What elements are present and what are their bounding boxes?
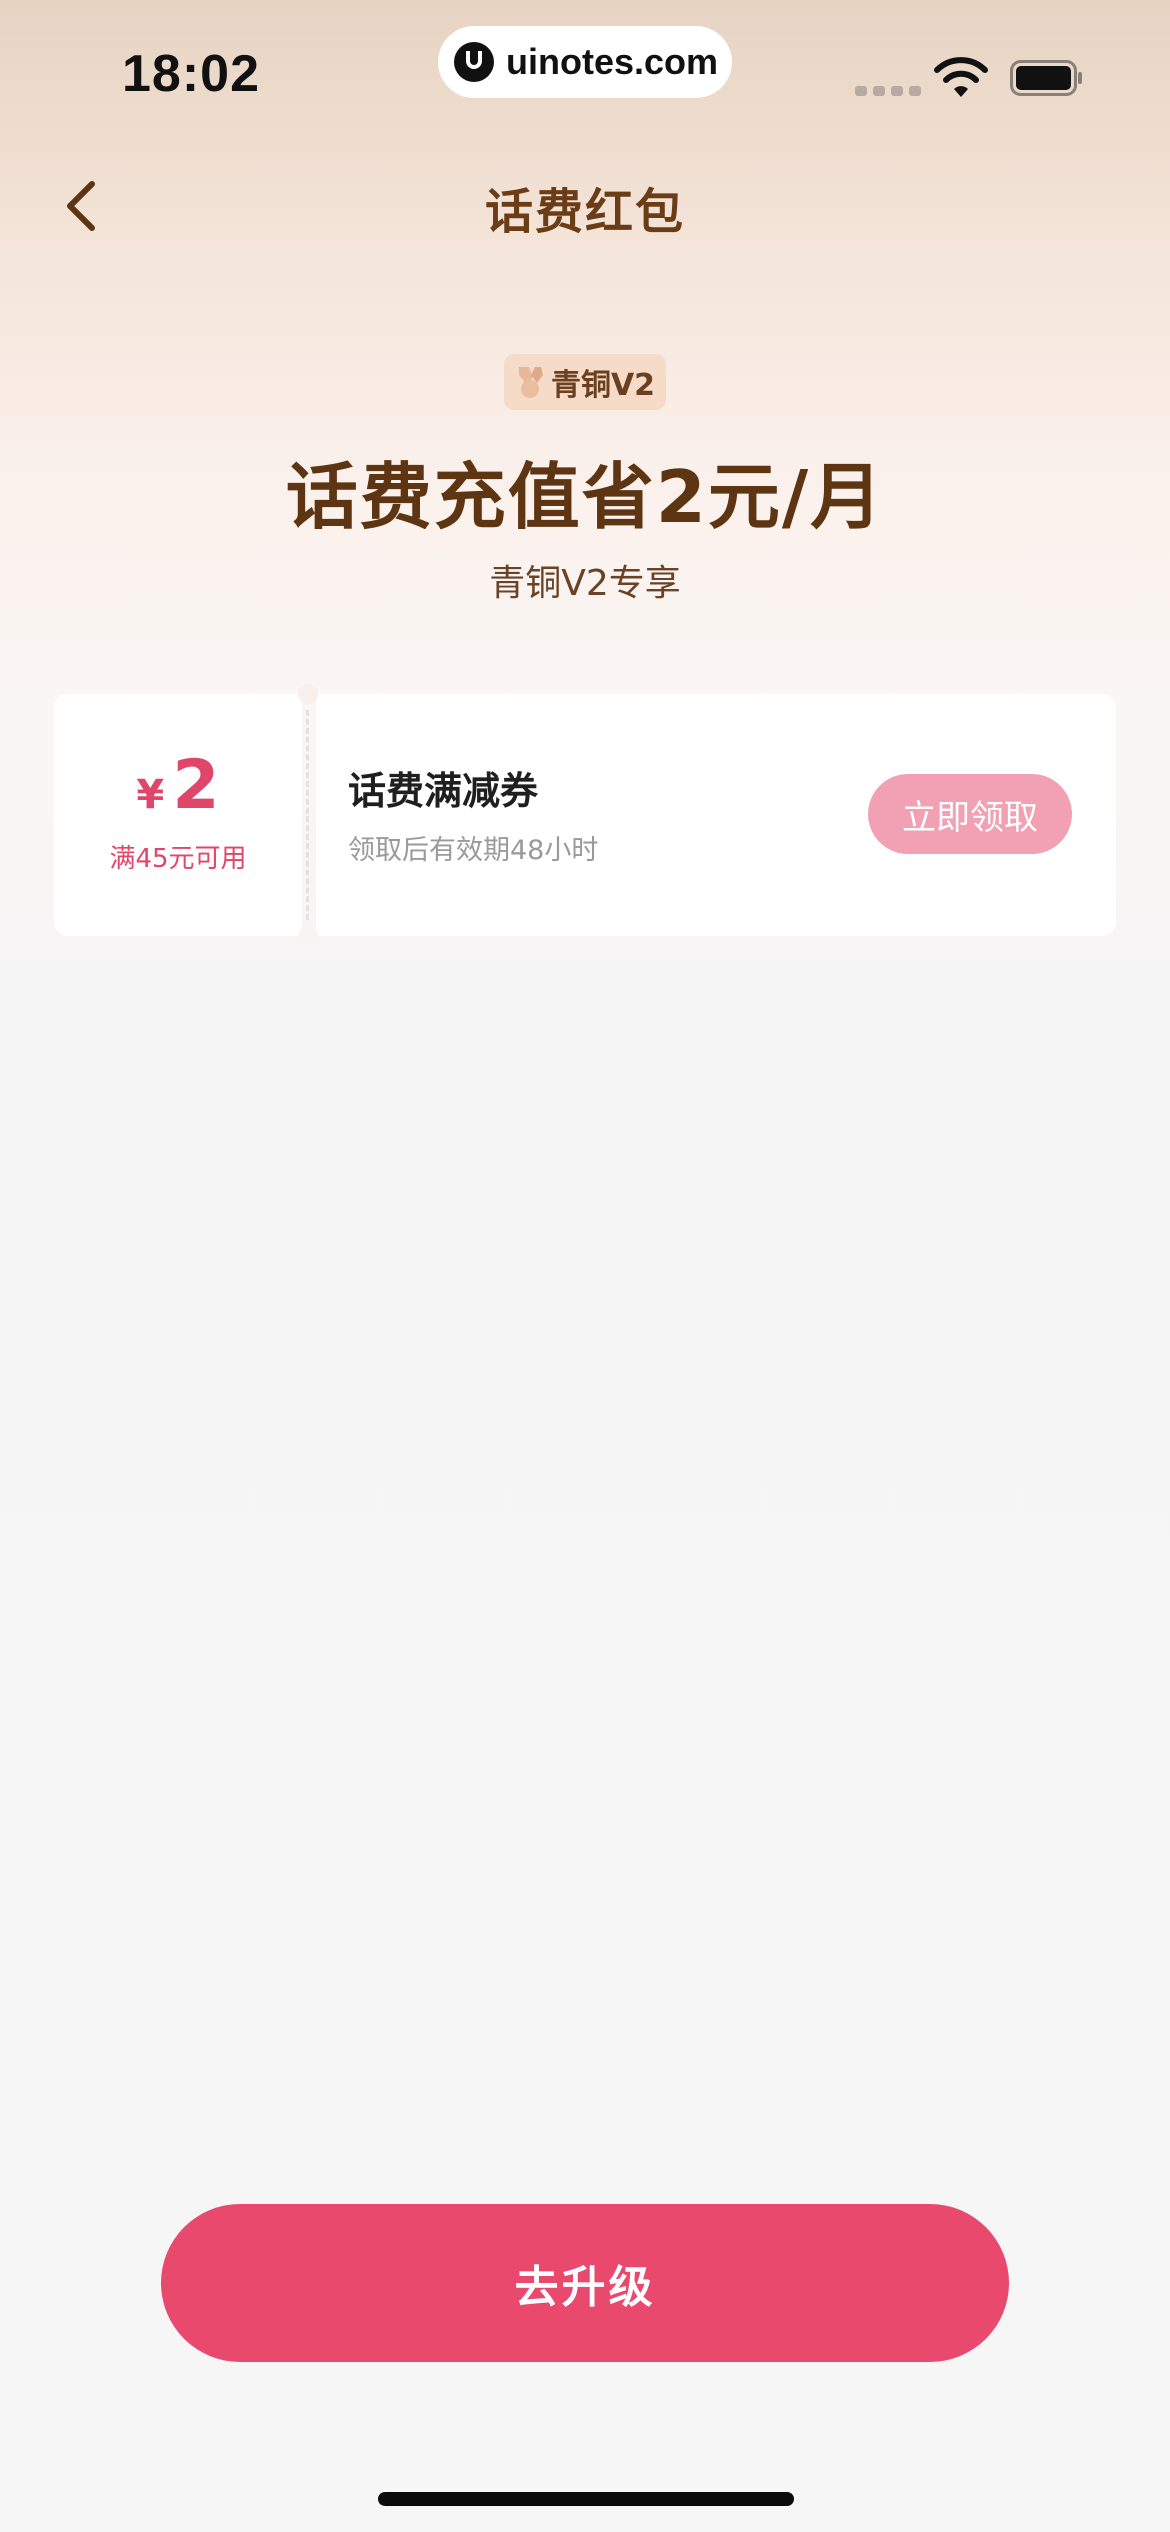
- level-badge: 青铜V2: [504, 354, 666, 410]
- coupon-notch-top: [298, 684, 318, 704]
- coupon-notch-bottom: [298, 926, 318, 946]
- site-logo-icon: [454, 42, 494, 82]
- level-medal-icon: [518, 367, 543, 398]
- hero-subtitle: 青铜V2专享: [489, 563, 681, 604]
- url-text: uinotes.com: [506, 41, 719, 82]
- coupon-description: 领取后有效期48小时: [348, 835, 599, 866]
- coupon-amount-row: ¥ 2: [136, 745, 220, 825]
- signal-icon: [855, 86, 921, 96]
- hero-title: 话费充值省2元/月: [285, 455, 885, 539]
- home-indicator: [378, 2492, 794, 2506]
- coupon-title: 话费满减券: [348, 769, 539, 813]
- coupon-amount: 2: [172, 745, 220, 825]
- level-badge-label: 青铜V2: [550, 368, 656, 403]
- page-title: 话费红包: [484, 184, 685, 240]
- coupon-amount-panel: ¥ 2 满45元可用: [54, 694, 302, 936]
- battery-icon: [1010, 60, 1082, 96]
- status-time: 18:02: [122, 45, 260, 103]
- currency-symbol: ¥: [136, 771, 165, 818]
- claim-coupon-button[interactable]: 立即领取: [868, 774, 1072, 854]
- wifi-icon: [934, 57, 988, 97]
- upgrade-button[interactable]: 去升级: [161, 2204, 1009, 2362]
- url-pill: uinotes.com: [438, 26, 732, 98]
- coupon-divider: [306, 710, 309, 920]
- coupon-condition: 满45元可用: [109, 843, 247, 874]
